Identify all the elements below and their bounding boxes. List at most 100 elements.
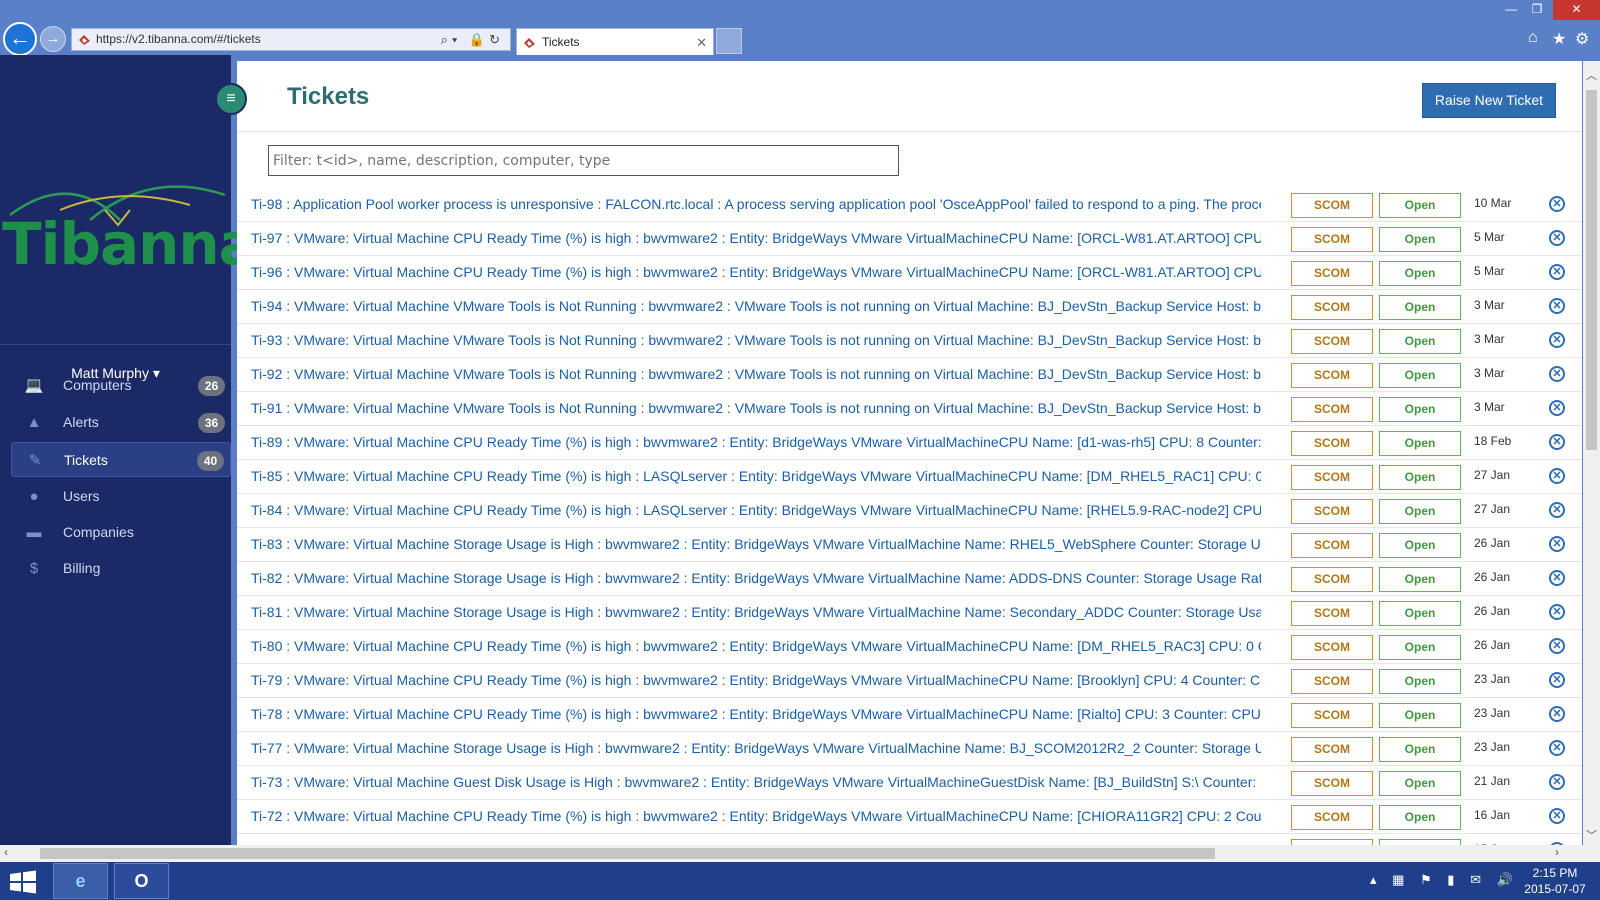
- ticket-title-link[interactable]: Ti-82 : VMware: Virtual Machine Storage …: [251, 562, 1261, 595]
- ticket-status-badge[interactable]: Open: [1379, 329, 1461, 354]
- back-button[interactable]: ←: [3, 22, 37, 56]
- window-close-icon[interactable]: ✕: [1553, 0, 1600, 20]
- sidebar-item-tickets[interactable]: ✎ Tickets 40: [11, 442, 231, 477]
- ticket-row[interactable]: Ti-83 : VMware: Virtual Machine Storage …: [237, 528, 1582, 562]
- ticket-status-badge[interactable]: Open: [1379, 499, 1461, 524]
- close-ticket-icon[interactable]: ✕: [1549, 230, 1565, 246]
- ticket-status-badge[interactable]: Open: [1379, 533, 1461, 558]
- ticket-status-badge[interactable]: Open: [1379, 363, 1461, 388]
- sidebar-item-users[interactable]: ● Users: [11, 479, 231, 514]
- close-ticket-icon[interactable]: ✕: [1549, 774, 1565, 790]
- windows-start-icon[interactable]: [8, 870, 38, 894]
- close-ticket-icon[interactable]: ✕: [1549, 808, 1565, 824]
- ticket-row[interactable]: Ti-98 : Application Pool worker process …: [237, 188, 1582, 222]
- ticket-title-link[interactable]: Ti-98 : Application Pool worker process …: [251, 188, 1261, 221]
- ticket-row[interactable]: Ti-79 : VMware: Virtual Machine CPU Read…: [237, 664, 1582, 698]
- ticket-row[interactable]: Ti-92 : VMware: Virtual Machine VMware T…: [237, 358, 1582, 392]
- settings-gear-icon[interactable]: ⚙: [1575, 29, 1589, 49]
- ticket-status-badge[interactable]: Open: [1379, 397, 1461, 422]
- ticket-status-badge[interactable]: Open: [1379, 465, 1461, 490]
- close-ticket-icon[interactable]: ✕: [1549, 264, 1565, 280]
- horizontal-scroll-thumb[interactable]: [40, 848, 1215, 859]
- ticket-status-badge[interactable]: Open: [1379, 261, 1461, 286]
- taskbar-clock[interactable]: 2:15 PM 2015-07-07: [1515, 865, 1595, 897]
- ticket-title-link[interactable]: Ti-89 : VMware: Virtual Machine CPU Read…: [251, 426, 1261, 459]
- ticket-row[interactable]: Ti-94 : VMware: Virtual Machine VMware T…: [237, 290, 1582, 324]
- ticket-status-badge[interactable]: Open: [1379, 771, 1461, 796]
- ticket-title-link[interactable]: Ti-73 : VMware: Virtual Machine Guest Di…: [251, 766, 1261, 799]
- ticket-title-link[interactable]: Ti-80 : VMware: Virtual Machine CPU Read…: [251, 630, 1261, 663]
- ticket-status-badge[interactable]: Open: [1379, 295, 1461, 320]
- ticket-title-link[interactable]: Ti-72 : VMware: Virtual Machine CPU Read…: [251, 800, 1261, 833]
- ticket-row[interactable]: Ti-78 : VMware: Virtual Machine CPU Read…: [237, 698, 1582, 732]
- ticket-status-badge[interactable]: Open: [1379, 669, 1461, 694]
- ticket-title-link[interactable]: Ti-97 : VMware: Virtual Machine CPU Read…: [251, 222, 1261, 255]
- ticket-title-link[interactable]: Ti-71 : VMware: Virtual Machine Storage …: [251, 834, 1261, 845]
- ticket-title-link[interactable]: Ti-77 : VMware: Virtual Machine Storage …: [251, 732, 1261, 765]
- ticket-row[interactable]: Ti-72 : VMware: Virtual Machine CPU Read…: [237, 800, 1582, 834]
- vertical-scrollbar[interactable]: ︿ ﹀: [1583, 61, 1600, 845]
- system-tray-icons[interactable]: ▴ ▦ ⚑ ▮ ✉ 🔊: [1370, 872, 1519, 888]
- ticket-title-link[interactable]: Ti-92 : VMware: Virtual Machine VMware T…: [251, 358, 1261, 391]
- horizontal-scrollbar[interactable]: ‹ ›: [0, 845, 1600, 862]
- close-ticket-icon[interactable]: ✕: [1549, 502, 1565, 518]
- raise-new-ticket-button[interactable]: Raise New Ticket: [1422, 83, 1556, 118]
- ticket-title-link[interactable]: Ti-93 : VMware: Virtual Machine VMware T…: [251, 324, 1261, 357]
- ticket-row[interactable]: Ti-89 : VMware: Virtual Machine CPU Read…: [237, 426, 1582, 460]
- ticket-title-link[interactable]: Ti-78 : VMware: Virtual Machine CPU Read…: [251, 698, 1261, 731]
- restore-icon[interactable]: ❐: [1524, 0, 1550, 20]
- sidebar-item-computers[interactable]: 💻 Computers 26: [11, 368, 231, 403]
- favorites-star-icon[interactable]: ★: [1552, 29, 1566, 49]
- ticket-row[interactable]: Ti-93 : VMware: Virtual Machine VMware T…: [237, 324, 1582, 358]
- ticket-row[interactable]: Ti-73 : VMware: Virtual Machine Guest Di…: [237, 766, 1582, 800]
- ticket-row[interactable]: Ti-77 : VMware: Virtual Machine Storage …: [237, 732, 1582, 766]
- ticket-status-badge[interactable]: Open: [1379, 737, 1461, 762]
- ticket-status-badge[interactable]: Open: [1379, 601, 1461, 626]
- close-ticket-icon[interactable]: ✕: [1549, 740, 1565, 756]
- ticket-title-link[interactable]: Ti-96 : VMware: Virtual Machine CPU Read…: [251, 256, 1261, 289]
- minimize-icon[interactable]: —: [1498, 0, 1524, 20]
- ticket-status-badge[interactable]: Open: [1379, 193, 1461, 218]
- vertical-scroll-thumb[interactable]: [1586, 90, 1597, 450]
- internet-explorer-icon[interactable]: e: [53, 863, 108, 899]
- browser-tab[interactable]: Tickets ✕: [516, 28, 714, 55]
- filter-input[interactable]: [268, 145, 899, 176]
- scroll-up-icon[interactable]: ︿: [1585, 67, 1598, 83]
- ticket-status-badge[interactable]: Open: [1379, 805, 1461, 830]
- ticket-title-link[interactable]: Ti-91 : VMware: Virtual Machine VMware T…: [251, 392, 1261, 425]
- ticket-row[interactable]: Ti-96 : VMware: Virtual Machine CPU Read…: [237, 256, 1582, 290]
- ticket-status-badge[interactable]: Open: [1379, 431, 1461, 456]
- home-icon[interactable]: ⌂: [1528, 29, 1538, 47]
- ticket-status-badge[interactable]: Open: [1379, 227, 1461, 252]
- menu-toggle-icon[interactable]: ≡: [215, 83, 247, 115]
- close-ticket-icon[interactable]: ✕: [1549, 332, 1565, 348]
- ticket-status-badge[interactable]: Open: [1379, 635, 1461, 660]
- scroll-down-icon[interactable]: ﹀: [1585, 827, 1598, 843]
- ticket-status-badge[interactable]: Open: [1379, 703, 1461, 728]
- ticket-title-link[interactable]: Ti-83 : VMware: Virtual Machine Storage …: [251, 528, 1261, 561]
- sidebar-item-billing[interactable]: $ Billing: [11, 551, 231, 586]
- ticket-title-link[interactable]: Ti-81 : VMware: Virtual Machine Storage …: [251, 596, 1261, 629]
- close-ticket-icon[interactable]: ✕: [1549, 536, 1565, 552]
- close-ticket-icon[interactable]: ✕: [1549, 400, 1565, 416]
- sidebar-item-companies[interactable]: ▬ Companies: [11, 515, 231, 550]
- ticket-title-link[interactable]: Ti-79 : VMware: Virtual Machine CPU Read…: [251, 664, 1261, 697]
- close-ticket-icon[interactable]: ✕: [1549, 706, 1565, 722]
- close-ticket-icon[interactable]: ✕: [1549, 570, 1565, 586]
- ticket-row[interactable]: Ti-97 : VMware: Virtual Machine CPU Read…: [237, 222, 1582, 256]
- ticket-row[interactable]: Ti-80 : VMware: Virtual Machine CPU Read…: [237, 630, 1582, 664]
- ticket-row[interactable]: Ti-84 : VMware: Virtual Machine CPU Read…: [237, 494, 1582, 528]
- scroll-right-icon[interactable]: ›: [1555, 845, 1559, 859]
- new-tab-button[interactable]: [716, 28, 742, 54]
- address-tools-icon[interactable]: ⌕▾ 🔒↻: [441, 29, 504, 50]
- address-bar[interactable]: https://v2.tibanna.com/#/tickets ⌕▾ 🔒↻: [71, 28, 511, 51]
- ticket-row[interactable]: Ti-82 : VMware: Virtual Machine Storage …: [237, 562, 1582, 596]
- sidebar-item-alerts[interactable]: ▲ Alerts 36: [11, 405, 231, 440]
- ticket-title-link[interactable]: Ti-94 : VMware: Virtual Machine VMware T…: [251, 290, 1261, 323]
- close-ticket-icon[interactable]: ✕: [1549, 638, 1565, 654]
- close-ticket-icon[interactable]: ✕: [1549, 298, 1565, 314]
- close-ticket-icon[interactable]: ✕: [1549, 196, 1565, 212]
- ticket-title-link[interactable]: Ti-85 : VMware: Virtual Machine CPU Read…: [251, 460, 1261, 493]
- close-ticket-icon[interactable]: ✕: [1549, 604, 1565, 620]
- ticket-row[interactable]: Ti-81 : VMware: Virtual Machine Storage …: [237, 596, 1582, 630]
